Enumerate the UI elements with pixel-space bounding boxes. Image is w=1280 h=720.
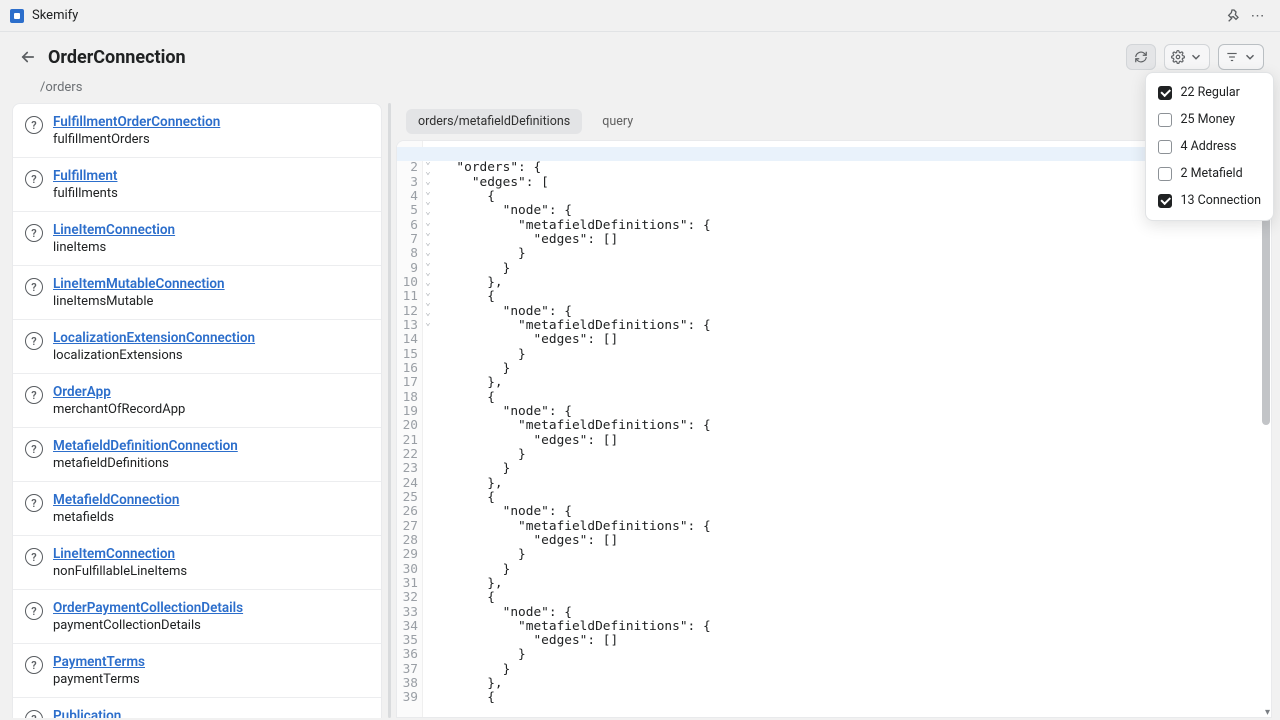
list-item[interactable]: FulfillmentOrderConnection fulfillmentOrd… — [13, 104, 381, 158]
type-link[interactable]: LocalizationExtensionConnection — [53, 330, 255, 346]
list-item[interactable]: OrderApp merchantOfRecordApp — [13, 374, 381, 428]
filter-label: 22 Regular — [1180, 85, 1239, 100]
list-item[interactable]: LineItemMutableConnection lineItemsMutabl… — [13, 266, 381, 320]
help-icon[interactable] — [25, 170, 43, 188]
type-link[interactable]: Fulfillment — [53, 168, 118, 184]
field-name: lineItemsMutable — [53, 294, 225, 309]
field-name: lineItems — [53, 240, 175, 255]
field-name: paymentCollectionDetails — [53, 618, 243, 633]
type-link[interactable]: MetafieldConnection — [53, 492, 179, 508]
help-icon[interactable] — [25, 440, 43, 458]
list-item[interactable]: Publicationpublication — [13, 698, 381, 718]
more-icon[interactable]: ⋯ — [1246, 4, 1270, 28]
type-link[interactable]: PaymentTerms — [53, 654, 145, 670]
tab[interactable]: query — [590, 109, 645, 134]
filter-option[interactable]: 4 Address — [1146, 133, 1273, 160]
editor-scrollbar[interactable] — [1262, 145, 1270, 710]
field-name: localizationExtensions — [53, 348, 255, 363]
help-icon[interactable] — [25, 224, 43, 242]
type-list[interactable]: FulfillmentOrderConnection fulfillmentOrd… — [12, 103, 382, 718]
filter-label: 13 Connection — [1180, 193, 1261, 208]
list-item[interactable]: LineItemConnection nonFulfillableLineItem… — [13, 536, 381, 590]
checkbox[interactable] — [1158, 167, 1172, 181]
code-editor[interactable]: 1234567891011121314151617181920212223242… — [396, 140, 1272, 718]
type-link[interactable]: OrderPaymentCollectionDetails — [53, 600, 243, 616]
settings-button[interactable] — [1164, 44, 1210, 70]
help-icon[interactable] — [25, 332, 43, 350]
list-item[interactable]: LocalizationExtensionConnection localizat… — [13, 320, 381, 374]
pin-icon[interactable] — [1222, 4, 1246, 28]
checkbox[interactable] — [1158, 140, 1172, 154]
field-name: nonFulfillableLineItems — [53, 564, 187, 579]
page-header: OrderConnection 22 Regular25 Money4 Addr… — [0, 32, 1280, 103]
type-link[interactable]: Publication — [53, 708, 121, 718]
help-icon[interactable] — [25, 116, 43, 134]
help-icon[interactable] — [25, 494, 43, 512]
type-link[interactable]: FulfillmentOrderConnection — [53, 114, 220, 130]
type-link[interactable]: LineItemConnection — [53, 546, 187, 562]
list-item[interactable]: LineItemConnection lineItems — [13, 212, 381, 266]
field-name: metafields — [53, 510, 179, 525]
tab-row: orders/metafieldDefinitions query — [396, 103, 1272, 140]
list-item[interactable]: Fulfillment fulfillments — [13, 158, 381, 212]
filter-label: 2 Metafield — [1180, 166, 1242, 181]
list-item[interactable]: MetafieldDefinitionConnection metafieldDe… — [13, 428, 381, 482]
list-item[interactable]: OrderPaymentCollectionDetails paymentColl… — [13, 590, 381, 644]
type-link[interactable]: MetafieldDefinitionConnection — [53, 438, 238, 454]
type-link[interactable]: OrderApp — [53, 384, 185, 400]
list-item[interactable]: MetafieldConnection metafields — [13, 482, 381, 536]
filter-option[interactable]: 2 Metafield — [1146, 160, 1273, 187]
field-name: metafieldDefinitions — [53, 456, 238, 471]
app-name: Skemify — [32, 8, 78, 23]
app-logo — [10, 9, 24, 23]
panel-resizer[interactable] — [382, 103, 396, 718]
checkbox[interactable] — [1158, 86, 1172, 100]
type-link[interactable]: LineItemConnection — [53, 222, 175, 238]
checkbox[interactable] — [1158, 194, 1172, 208]
tab[interactable]: orders/metafieldDefinitions — [406, 109, 582, 134]
field-name: merchantOfRecordApp — [53, 402, 185, 417]
field-name: fulfillmentOrders — [53, 132, 220, 147]
type-link[interactable]: LineItemMutableConnection — [53, 276, 225, 292]
query-panel: orders/metafieldDefinitions query 1234567… — [396, 103, 1272, 718]
scroll-down-icon[interactable]: ▾ — [1265, 707, 1270, 718]
help-icon[interactable] — [25, 548, 43, 566]
filter-option[interactable]: 25 Money — [1146, 106, 1273, 133]
help-icon[interactable] — [25, 602, 43, 620]
header-actions — [1126, 44, 1264, 70]
list-item[interactable]: PaymentTerms paymentTerms — [13, 644, 381, 698]
body: FulfillmentOrderConnection fulfillmentOrd… — [0, 103, 1280, 720]
filter-option[interactable]: 13 Connection — [1146, 187, 1273, 214]
help-icon[interactable] — [25, 386, 43, 404]
checkbox[interactable] — [1158, 113, 1172, 127]
filter-label: 25 Money — [1180, 112, 1235, 127]
filter-option[interactable]: 22 Regular — [1146, 79, 1273, 106]
field-name: fulfillments — [53, 186, 118, 201]
help-icon[interactable] — [25, 710, 43, 718]
filter-label: 4 Address — [1180, 139, 1236, 154]
filter-dropdown: 22 Regular 25 Money 4 Address 2 Metafield 13… — [1145, 72, 1274, 221]
help-icon[interactable] — [25, 278, 43, 296]
filter-button[interactable] — [1218, 44, 1264, 70]
app-bar: Skemify ⋯ — [0, 0, 1280, 32]
page-title: OrderConnection — [48, 47, 1126, 68]
help-icon[interactable] — [25, 656, 43, 674]
field-name: paymentTerms — [53, 672, 145, 687]
back-button[interactable] — [16, 45, 40, 69]
refresh-button[interactable] — [1126, 44, 1156, 70]
